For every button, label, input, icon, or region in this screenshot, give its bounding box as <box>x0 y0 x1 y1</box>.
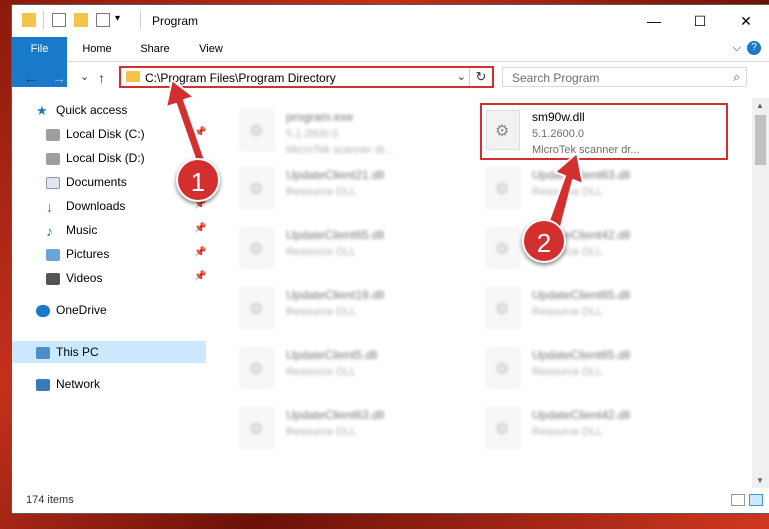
arrow-1 <box>165 79 207 169</box>
step-badge-1: 1 <box>176 158 220 202</box>
annotation-arrows <box>165 79 584 239</box>
step-badge-2: 2 <box>522 219 566 263</box>
